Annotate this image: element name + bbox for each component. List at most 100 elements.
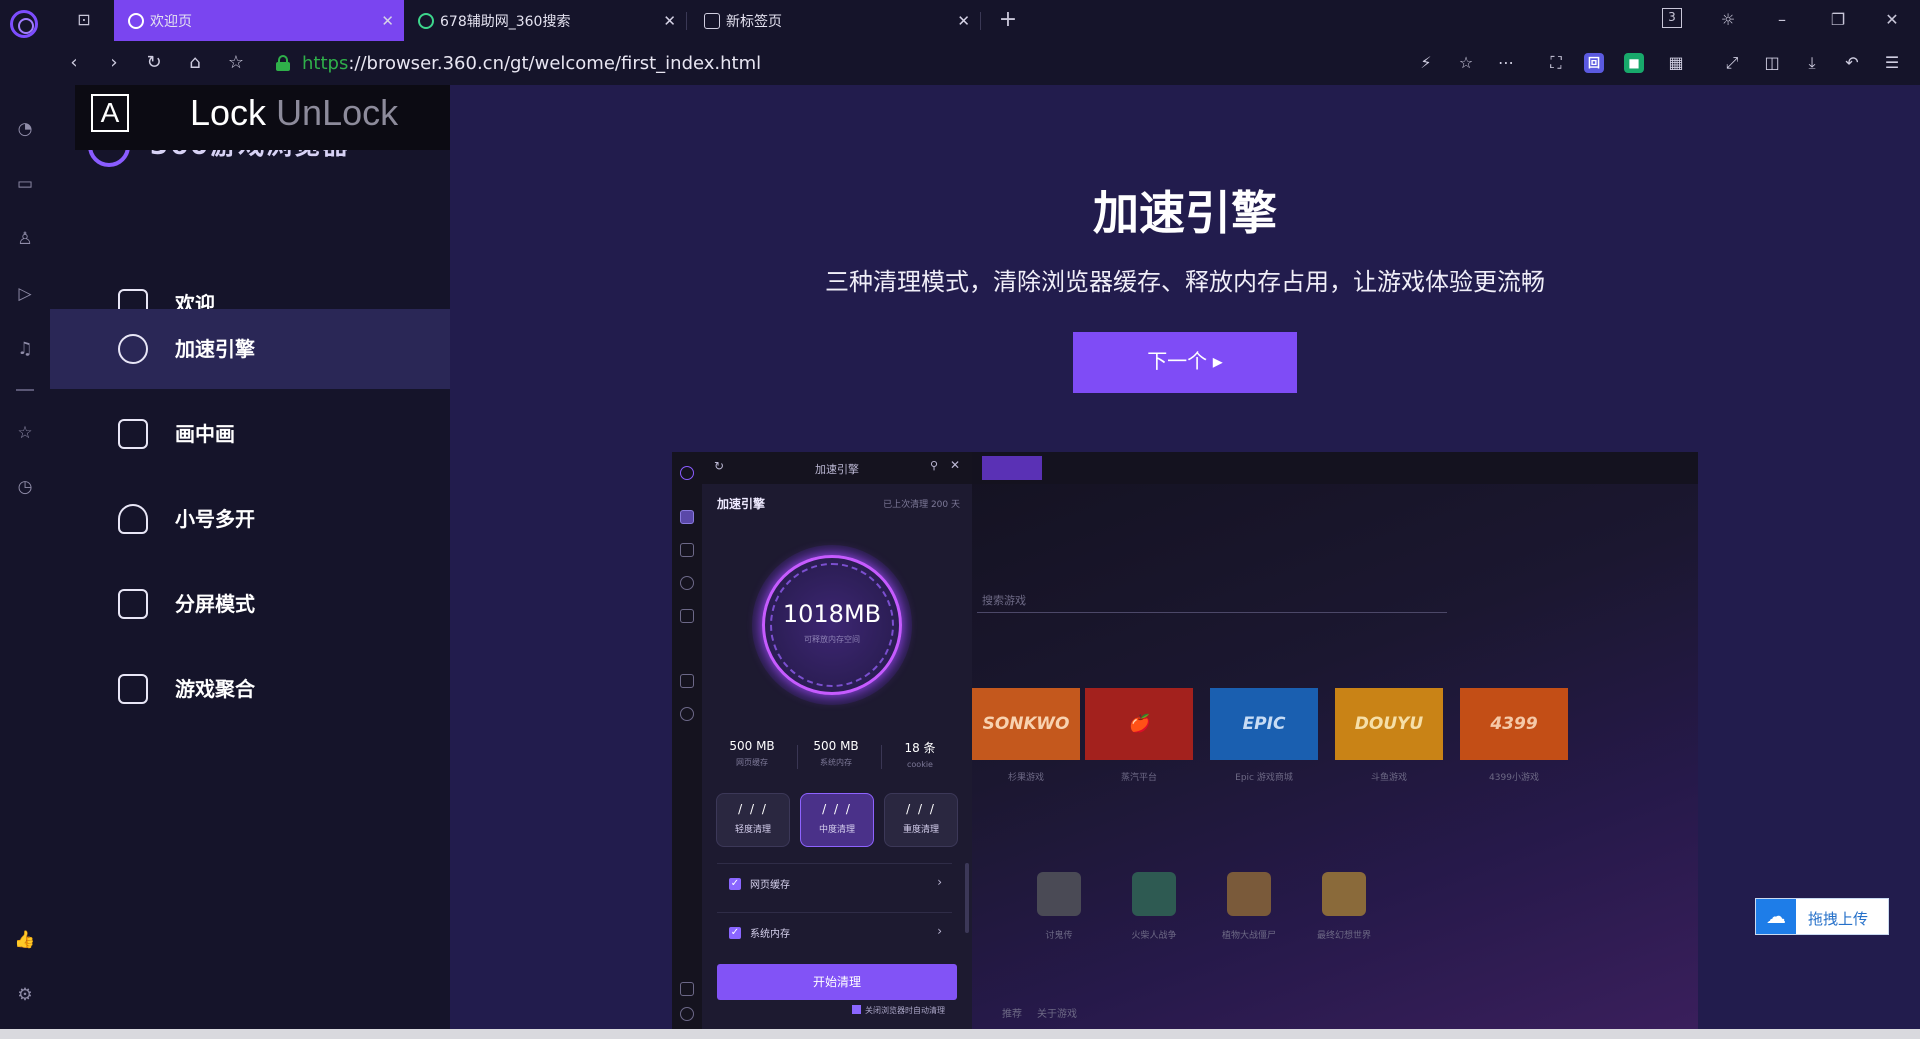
check-label: 系统内存 [750,929,790,940]
tab-360-search[interactable]: 678辅助网_360搜索 ✕ [404,0,686,41]
new-tab-icon [704,12,720,29]
settings-gear-icon[interactable]: ⚙ [13,983,37,1007]
preview-thumb-caption: 最终幻想世界 [1316,931,1371,941]
mode-light-clean: / / / 轻度清理 [716,793,790,847]
tab-new-tab[interactable]: 新标签页 ✕ [690,0,980,41]
auto-clean-label: 关闭浏览器时自动清理 [865,1006,945,1015]
stat-value: 500 MB [729,739,775,753]
unlock-label[interactable]: UnLock [276,92,398,133]
lock-key-a[interactable]: A [91,94,129,132]
picture-in-picture-icon[interactable]: ▭ [13,172,37,196]
new-tab-plus-icon[interactable]: + [996,8,1020,32]
close-icon[interactable]: ✕ [957,12,970,30]
extension-blue-icon[interactable]: 回 [1584,53,1604,73]
restore-icon[interactable]: ❐ [1826,8,1850,32]
nav-item-label: 小号多开 [175,507,255,531]
chevron-right-icon: › [937,875,942,889]
favorite-star-icon[interactable]: ☆ [1454,51,1478,75]
url-protocol: https [302,53,349,74]
preview-tile: SONKWO [972,688,1080,760]
video-icon[interactable]: ▷ [13,282,37,306]
favorites-star-icon [680,674,694,688]
check-row-system-memory: ✓ 系统内存 › [717,912,952,952]
lock-label[interactable]: Lock [190,92,266,133]
feature-preview-image: 搜索游戏 SONKWO 杉果游戏 🍎 蒸汽平台 EPIC Epic 游戏商城 D… [672,452,1698,1029]
mode-deep-clean: / / / 重度清理 [884,793,958,847]
fullscreen-icon[interactable]: ⤢ [1720,51,1744,75]
nav-item-label: 加速引擎 [175,337,255,361]
preview-search-line [977,612,1447,613]
minimize-icon[interactable]: – [1770,8,1794,32]
preview-tile: EPIC [1210,688,1318,760]
back-icon[interactable]: ‹ [62,51,86,75]
theme-icon[interactable]: ☼ [1716,8,1740,32]
favorites-star-icon[interactable]: ☆ [13,421,37,445]
pin-icon: ⚲ [929,459,938,472]
tab-divider [980,12,981,30]
preview-footer-link: 关于游戏 [1037,1009,1077,1020]
tab-divider [686,12,687,30]
forward-icon[interactable]: › [102,51,126,75]
secure-lock-icon[interactable] [276,55,290,71]
mode-label: 轻度清理 [734,825,771,835]
add-user-icon [118,504,148,534]
home-icon[interactable]: ⌂ [183,51,207,75]
tab-count-badge[interactable]: 3 [1662,8,1682,28]
preview-tile: 4399 [1460,688,1568,760]
close-window-icon[interactable]: ✕ [1880,8,1904,32]
left-sidebar: ◔ ▭ ♙ ▷ ♫ ☆ ◷ 👍 ⚙ [0,85,50,1029]
drag-upload-widget[interactable]: ☁ 拖拽上传 [1755,898,1889,935]
lock-status: Lock UnLock [190,92,398,134]
feedback-thumb-icon[interactable]: 👍 [13,928,37,952]
nav-item-accelerate[interactable]: 加速引擎 [50,309,450,389]
preview-thumb-caption: 讨鬼传 [1045,931,1073,941]
upload-label: 拖拽上传 [1808,910,1869,928]
nav-item-multi-account[interactable]: 小号多开 [50,479,450,559]
settings-gear-icon [680,1007,694,1021]
preview-tile-caption: 蒸汽平台 [1120,773,1157,783]
next-button[interactable]: 下一个 ▸ [1073,332,1297,393]
music-icon [680,609,694,623]
nav-item-game-aggregate[interactable]: 游戏聚合 [50,649,450,729]
preview-tile: DOUYU [1335,688,1443,760]
speedometer-icon[interactable]: ◔ [13,117,37,141]
tab-welcome[interactable]: 欢迎页 ✕ [114,0,404,41]
stat-value: 18 条 [904,741,936,755]
apps-grid-icon[interactable]: ▦ [1664,51,1688,75]
screenshot-icon[interactable]: ⛶ [1544,51,1568,75]
speedometer-icon [680,510,694,524]
sidebar-divider [16,389,34,391]
user-icon [680,576,694,590]
undo-icon[interactable]: ↶ [1840,51,1864,75]
user-icon[interactable]: ♙ [13,227,37,251]
auto-clean-option: 关闭浏览器时自动清理 [852,1005,945,1016]
nav-item-pip[interactable]: 画中画 [50,394,450,474]
reload-icon[interactable]: ↻ [142,51,166,75]
accelerate-icon[interactable]: ⚡ [1414,51,1438,75]
extension-green-icon[interactable]: ■ [1624,53,1644,73]
preview-search-hint: 搜索游戏 [982,594,1026,607]
sidebar-toggle-icon[interactable]: ◫ [1760,51,1784,75]
history-clock-icon [680,707,694,721]
more-icon[interactable]: ⋯ [1494,51,1518,75]
game-mode-icon[interactable]: ⊡ [72,8,96,32]
menu-icon[interactable]: ☰ [1880,51,1904,75]
mode-label: 重度清理 [902,825,939,835]
mode-icon: / / / [738,802,768,816]
preview-tile: 🍎 [1085,688,1193,760]
close-icon[interactable]: ✕ [381,12,394,30]
close-icon[interactable]: ✕ [663,12,676,30]
cloud-upload-icon: ☁ [1756,899,1796,934]
preview-tile-caption: Epic 游戏商城 [1235,773,1293,783]
url-field[interactable]: https://browser.360.cn/gt/welcome/first_… [302,53,761,74]
split-screen-icon [118,589,148,619]
nav-item-split-screen[interactable]: 分屏模式 [50,564,450,644]
history-clock-icon[interactable]: ◷ [13,475,37,499]
music-icon[interactable]: ♫ [13,337,37,361]
address-bar: ‹ › ↻ ⌂ ☆ https://browser.360.cn/gt/welc… [0,41,1920,85]
bookmark-star-icon[interactable]: ☆ [224,51,248,75]
preview-game-thumb [1322,872,1366,916]
download-icon[interactable]: ⤓ [1800,51,1824,75]
browser-logo-icon[interactable] [10,10,38,38]
preview-tab [982,456,1042,480]
